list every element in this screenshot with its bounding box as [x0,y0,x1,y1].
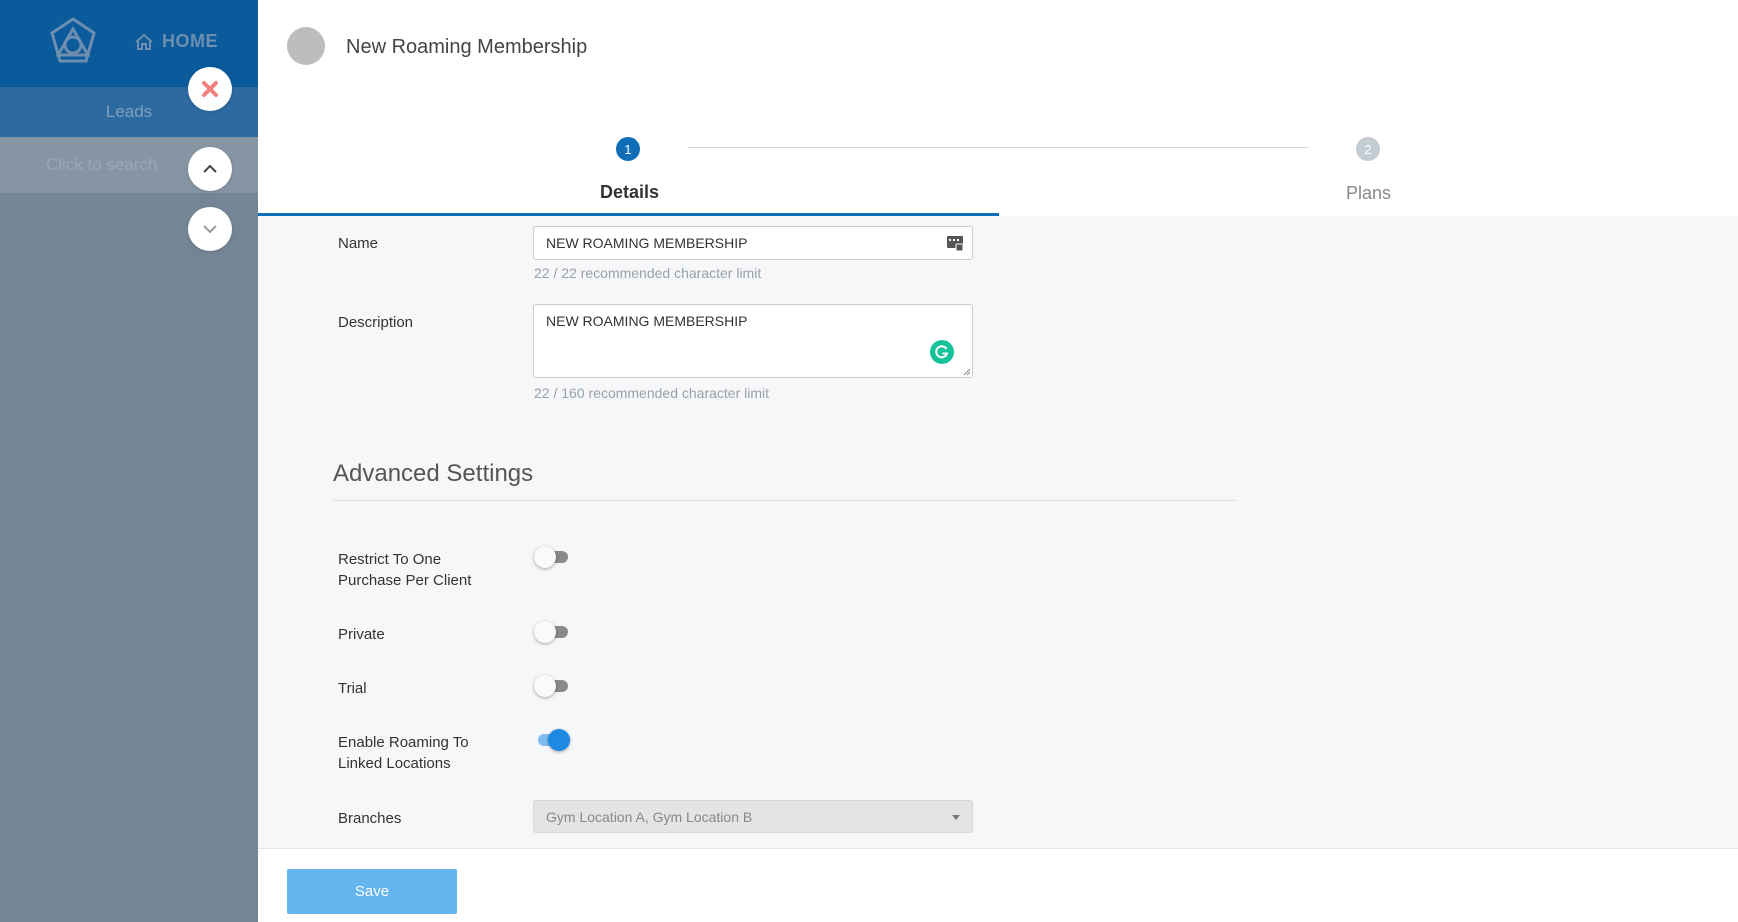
private-label: Private [338,626,385,643]
close-button[interactable] [188,67,232,111]
form-content: Name NEW ROAMING MEMBERSHIP 22 / 22 reco… [258,216,1738,848]
name-label: Name [338,235,379,252]
resize-handle-icon[interactable] [963,368,971,376]
restrict-label-line2: Purchase Per Client [338,572,472,589]
toggle-knob [534,546,556,568]
sidebar: HOME Leads Click to search [0,0,258,922]
membership-editor-panel: New Roaming Membership 1 2 Details Plans… [258,0,1738,922]
tab-details[interactable]: Details [600,182,659,203]
restrict-one-purchase-label: Restrict To One Purchase Per Client [338,549,471,591]
toggle-knob [534,621,556,643]
description-hint: 22 / 160 recommended character limit [534,385,769,401]
panel-header: New Roaming Membership [258,0,1738,100]
step-2-indicator[interactable]: 2 [1356,137,1380,161]
sidebar-home-link[interactable]: HOME [134,31,218,52]
enable-roaming-label: Enable Roaming To Linked Locations [338,732,469,774]
step-1-indicator[interactable]: 1 [616,137,640,161]
save-button[interactable]: Save [287,869,457,914]
trial-toggle[interactable] [534,675,570,697]
tab-plans[interactable]: Plans [1346,183,1391,204]
name-input-value: NEW ROAMING MEMBERSHIP [546,235,748,251]
branches-select[interactable]: Gym Location A, Gym Location B [533,800,973,833]
private-toggle[interactable] [534,621,570,643]
roaming-label-line2: Linked Locations [338,755,451,772]
roaming-label-line1: Enable Roaming To [338,734,469,751]
scroll-up-button[interactable] [188,147,232,191]
step-connector [688,147,1309,148]
scroll-down-button[interactable] [188,207,232,251]
panel-footer: Save [258,848,1738,922]
dropdown-caret-icon [952,815,960,820]
description-textarea[interactable]: NEW ROAMING MEMBERSHIP [533,304,973,378]
restrict-one-purchase-toggle[interactable] [534,546,570,568]
description-textarea-value: NEW ROAMING MEMBERSHIP [546,313,748,329]
name-hint: 22 / 22 recommended character limit [534,265,762,281]
avatar [287,27,325,65]
toggle-knob [548,729,570,751]
password-manager-icon[interactable] [946,235,964,252]
branches-select-value: Gym Location A, Gym Location B [546,808,753,825]
toggle-knob [534,675,556,697]
section-divider [333,500,1236,501]
brand-logo-icon[interactable] [46,15,100,71]
description-label: Description [338,314,414,331]
page-title: New Roaming Membership [346,36,588,58]
branches-label: Branches [338,810,402,827]
home-icon [135,33,153,50]
trial-label: Trial [338,680,367,697]
advanced-settings-title: Advanced Settings [333,460,534,487]
close-icon [202,81,218,97]
chevron-up-icon [203,164,217,173]
enable-roaming-toggle[interactable] [534,729,570,751]
stepper: 1 2 Details Plans [258,120,1738,216]
grammarly-icon[interactable] [930,340,954,364]
name-input[interactable]: NEW ROAMING MEMBERSHIP [533,226,973,260]
sidebar-home-label: HOME [162,31,218,51]
chevron-down-icon [203,225,217,234]
restrict-label-line1: Restrict To One [338,551,442,568]
